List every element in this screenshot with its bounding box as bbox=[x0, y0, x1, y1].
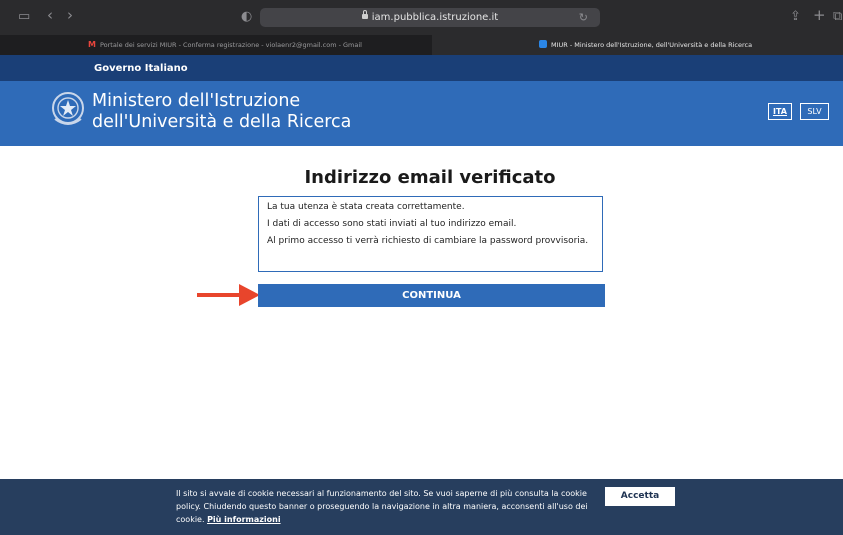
message-line: La tua utenza è stata creata correttamen… bbox=[267, 202, 465, 212]
miur-icon bbox=[539, 40, 547, 48]
browser-toolbar: ▭ ‹ › ◐ iam.pubblica.istruzione.it ↻ ⇪ +… bbox=[0, 0, 843, 35]
language-ita-button[interactable]: ITA bbox=[768, 103, 792, 120]
url: iam.pubblica.istruzione.it bbox=[371, 12, 499, 23]
tab-label: Portale dei servizi MIUR - Conferma regi… bbox=[99, 41, 362, 49]
page-title: Indirizzo email verificato bbox=[304, 167, 556, 188]
message-line: Al primo accesso ti verrà richiesto di c… bbox=[267, 236, 589, 246]
tab-gmail[interactable]: M Portale dei servizi MIUR - Conferma reg… bbox=[0, 35, 432, 55]
gmail-icon: M bbox=[88, 40, 96, 49]
address-text: iam.pubblica.istruzione.it bbox=[260, 10, 600, 24]
language-slv-button[interactable]: SLV bbox=[800, 103, 829, 120]
new-tab-icon[interactable]: + bbox=[813, 7, 826, 23]
tab-overview-icon[interactable]: ⧉ bbox=[833, 9, 842, 25]
tab-bar: M Portale dei servizi MIUR - Conferma reg… bbox=[0, 35, 843, 55]
message-line: I dati di accesso sono stati inviati al … bbox=[267, 219, 517, 229]
message-box: La tua utenza è stata creata correttamen… bbox=[258, 196, 603, 272]
more-info-link[interactable]: Più informazioni bbox=[207, 515, 281, 524]
ministry-header: Ministero dell'Istruzione dell'Universit… bbox=[0, 81, 843, 146]
cookie-banner: Il sito si avvale di cookie necessari al… bbox=[0, 479, 843, 535]
privacy-shield-icon[interactable]: ◐ bbox=[241, 9, 252, 25]
lock-icon bbox=[361, 10, 368, 19]
ministry-title[interactable]: Ministero dell'Istruzione dell'Universit… bbox=[92, 91, 351, 133]
republic-emblem-icon bbox=[52, 92, 84, 125]
page: ▭ ‹ › ◐ iam.pubblica.istruzione.it ↻ ⇪ +… bbox=[0, 0, 843, 535]
gov-link[interactable]: Governo Italiano bbox=[94, 62, 188, 75]
accept-button[interactable]: Accetta bbox=[605, 487, 675, 506]
ministry-title-line1: Ministero dell'Istruzione bbox=[92, 91, 301, 111]
ministry-title-line2: dell'Università e della Ricerca bbox=[92, 112, 352, 132]
reload-icon[interactable]: ↻ bbox=[579, 11, 588, 24]
back-icon[interactable]: ‹ bbox=[47, 7, 53, 23]
gov-bar: Governo Italiano bbox=[0, 55, 843, 81]
tab-label: MIUR - Ministero dell'Istruzione, dell'U… bbox=[551, 41, 753, 49]
share-icon[interactable]: ⇪ bbox=[790, 9, 801, 25]
sidebar-icon[interactable]: ▭ bbox=[18, 9, 30, 25]
tab-miur[interactable]: MIUR - Ministero dell'Istruzione, dell'U… bbox=[432, 35, 843, 55]
continue-button[interactable]: CONTINUA bbox=[258, 284, 605, 307]
red-arrow-icon bbox=[197, 284, 260, 306]
forward-icon[interactable]: › bbox=[67, 7, 73, 23]
address-bar[interactable]: iam.pubblica.istruzione.it ↻ bbox=[260, 8, 600, 27]
cookie-text: Il sito si avvale di cookie necessari al… bbox=[176, 487, 591, 526]
